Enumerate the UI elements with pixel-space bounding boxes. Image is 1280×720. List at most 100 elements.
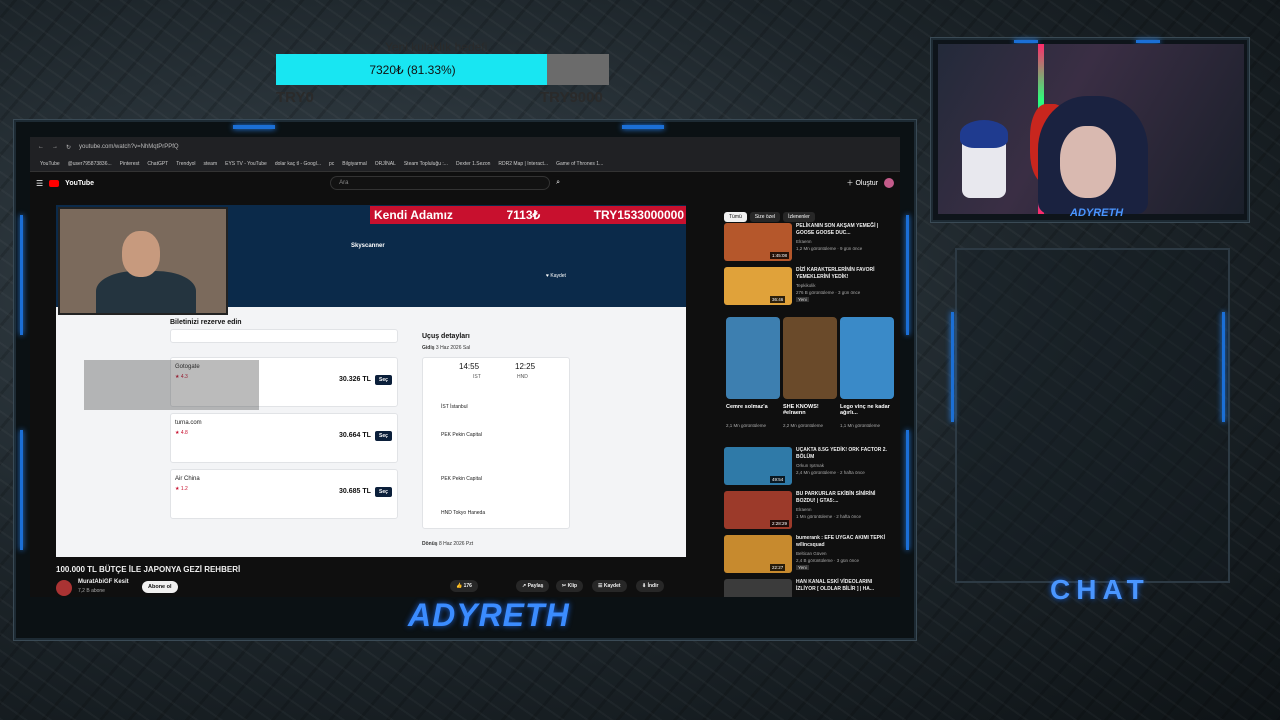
channel-avatar[interactable] xyxy=(56,580,72,596)
share-button[interactable]: ↗ Paylaş xyxy=(516,580,550,592)
channel-name: Beltican Güven xyxy=(796,551,827,556)
stop-3: PEK Pekin Capital xyxy=(441,476,482,482)
arrival-code: HND xyxy=(517,374,528,380)
address-bar[interactable]: ← → ↻ youtube.com/watch?v=NhMqtPrPPfQ xyxy=(30,137,900,157)
bookmark-item[interactable]: dolar kaç tl - Googl... xyxy=(275,161,321,167)
avatar[interactable] xyxy=(884,178,894,188)
bookmark-item[interactable]: Trendyol xyxy=(176,161,195,167)
recommended-video[interactable]: HAN KANAL ESKİ VİDEOLARINI İZLİYOR [ OLD… xyxy=(724,579,894,597)
short-thumbnail[interactable] xyxy=(783,317,837,399)
forward-icon[interactable]: → xyxy=(52,144,58,150)
streamer-webcam xyxy=(938,44,1244,214)
bookmarks-bar: YouTube @user795873836... Pinterest ChatGPT… xyxy=(30,157,900,172)
frame-accent xyxy=(20,215,23,335)
create-button[interactable]: ＋ Oluştur xyxy=(846,178,878,188)
bookmark-item[interactable]: ChatGPT xyxy=(147,161,168,167)
save-site-button: ♥ Kaydet xyxy=(546,273,566,279)
frame-accent xyxy=(951,312,954,422)
save-button[interactable]: ☰ Kaydet xyxy=(592,580,627,592)
filter-chip[interactable]: Size özel xyxy=(749,212,781,222)
menu-icon[interactable]: ☰ xyxy=(36,179,43,188)
plush-hair xyxy=(960,120,1008,148)
filter-chip[interactable]: Tümü xyxy=(724,212,747,222)
streamer-webcam-inset xyxy=(58,207,228,315)
video-player[interactable]: Skyscanner ♥ Kaydet Biletinizi rezerve e… xyxy=(56,205,686,557)
duration-badge: 49:54 xyxy=(770,476,786,483)
bookmark-item[interactable]: Steam Topluluğu :... xyxy=(404,161,448,167)
youtube-logo-icon[interactable] xyxy=(49,179,60,187)
bookmark-item[interactable]: ORJİNAL xyxy=(375,161,396,167)
short-thumbnail[interactable] xyxy=(840,317,894,399)
video-meta: 276 B görüntüleme · 3 gün önce xyxy=(796,290,861,295)
video-meta: 1,2 Mn görüntüleme · 9 gün önce xyxy=(796,246,863,251)
video-title: DİZİ KARAKTERLERİNİN FAVORİ YEMEKLERİNİ … xyxy=(796,267,875,280)
person-shirt xyxy=(96,271,196,313)
depart-label: Gidiş 3 Haz 2026 Sal xyxy=(422,345,471,351)
video-thumbnail[interactable] xyxy=(724,579,792,597)
subscribe-button[interactable]: Abone ol xyxy=(142,581,178,593)
video-title: bumerank : EFE UYGAC AKIMI TEPKİ w/lincs… xyxy=(796,535,885,548)
select-button[interactable]: Seç xyxy=(375,431,392,441)
download-button[interactable]: ⬇ İndir xyxy=(636,580,665,592)
offer-name: turna.com xyxy=(175,420,202,426)
offer-price: 30.664 TL xyxy=(339,432,371,439)
frame-accent xyxy=(1222,312,1225,422)
skyscanner-logo: Skyscanner xyxy=(351,243,385,249)
bookmark-item[interactable]: RDR2 Map | Interact... xyxy=(498,161,548,167)
frame-accent xyxy=(233,125,275,129)
short-thumbnail[interactable] xyxy=(726,317,780,399)
recommended-video[interactable]: 1:45:08 PELİKANIN SON AKŞAM YEMEĞİ | GOOS… xyxy=(724,223,894,263)
donor-name: Kendi Adamız xyxy=(374,208,453,222)
duration-badge: 1:45:08 xyxy=(770,252,790,259)
departure-time: 14:55 xyxy=(459,362,480,371)
short-title: Cemre solmaz'a xyxy=(726,404,768,410)
select-button[interactable]: Seç xyxy=(375,375,392,385)
bookmark-item[interactable]: Pinterest xyxy=(120,161,140,167)
duration-badge: 2:28:29 xyxy=(770,520,790,527)
short-meta: 2,1 Mn görüntüleme xyxy=(726,423,767,428)
youtube-logo[interactable]: YouTube xyxy=(65,180,94,187)
bookmark-item[interactable]: EYS TV - YouTube xyxy=(225,161,267,167)
booking-notice xyxy=(170,329,398,343)
bookmark-item[interactable]: steam xyxy=(204,161,218,167)
back-icon[interactable]: ← xyxy=(38,144,44,150)
recommended-video[interactable]: 22:27 bumerank : EFE UYGAC AKIMI TEPKİ w/… xyxy=(724,535,894,575)
bookmark-item[interactable]: Game of Thrones 1... xyxy=(556,161,603,167)
channel-name: Elraenn xyxy=(796,239,812,244)
recommended-video[interactable]: 2:28:29 BU PARKURLAR EKİBİN SİNİRİNİ BOZD… xyxy=(724,491,894,531)
reload-icon[interactable]: ↻ xyxy=(66,144,71,151)
search-input[interactable]: Ara xyxy=(330,176,551,190)
like-button[interactable]: 👍 176 xyxy=(450,580,478,592)
video-meta: 2,4 Mn görüntüleme · 2 hafta önce xyxy=(796,470,865,475)
select-button[interactable]: Seç xyxy=(375,487,392,497)
offer-price: 30.326 TL xyxy=(339,376,371,383)
channel-name[interactable]: MuratAbiGF Kesit xyxy=(78,579,129,585)
offer-card[interactable]: Air China ★ 1.2 30.685 TL Seç xyxy=(170,469,398,519)
booking-title: Biletinizi rezerve edin xyxy=(170,319,242,326)
clip-button[interactable]: ✂ Klip xyxy=(556,580,584,592)
search-icon[interactable]: ⌕ xyxy=(556,179,560,187)
url-text[interactable]: youtube.com/watch?v=NhMqtPrPPfQ xyxy=(79,144,179,150)
frame-accent xyxy=(622,125,664,129)
recommended-video[interactable]: 49:54 UÇAKTA 8.5G YEDİK! ORK FACTOR 2. BÖ… xyxy=(724,447,894,487)
webcam-name: ADYRETH xyxy=(1070,207,1124,219)
short-meta: 2,2 Mn görüntüleme xyxy=(783,423,824,428)
browser-window: ← → ↻ youtube.com/watch?v=NhMqtPrPPfQ Yo… xyxy=(30,137,900,597)
departure-code: IST xyxy=(473,374,481,380)
bookmark-item[interactable]: Dexter 1.Sezon xyxy=(456,161,490,167)
recommended-video[interactable]: 36:46 DİZİ KARAKTERLERİNİN FAVORİ YEMEKLE… xyxy=(724,267,894,307)
new-badge: Yeni xyxy=(796,297,809,302)
video-site-body: Biletinizi rezerve edin Gotogate ★ 4.3 30.… xyxy=(56,307,686,557)
bookmark-item[interactable]: pc xyxy=(329,161,334,167)
bookmark-item[interactable]: YouTube xyxy=(40,161,60,167)
goal-label: Yeni kulaklık hedefi xyxy=(385,40,488,54)
brand-logo: ADYRETH xyxy=(408,597,570,633)
person-face xyxy=(122,231,160,277)
video-title: 100.000 TL BÜTÇE İLE JAPONYA GEZİ REHBER… xyxy=(56,565,241,574)
bookmark-item[interactable]: @user795873836... xyxy=(68,161,112,167)
offer-card[interactable]: turna.com ★ 4.8 30.664 TL Seç xyxy=(170,413,398,463)
chat-title: CHAT xyxy=(1050,574,1150,605)
subscriber-count: 7,2 B abone xyxy=(78,588,105,594)
filter-chip[interactable]: İzlenenler xyxy=(783,212,815,222)
bookmark-item[interactable]: Bilgiyarmal xyxy=(342,161,366,167)
